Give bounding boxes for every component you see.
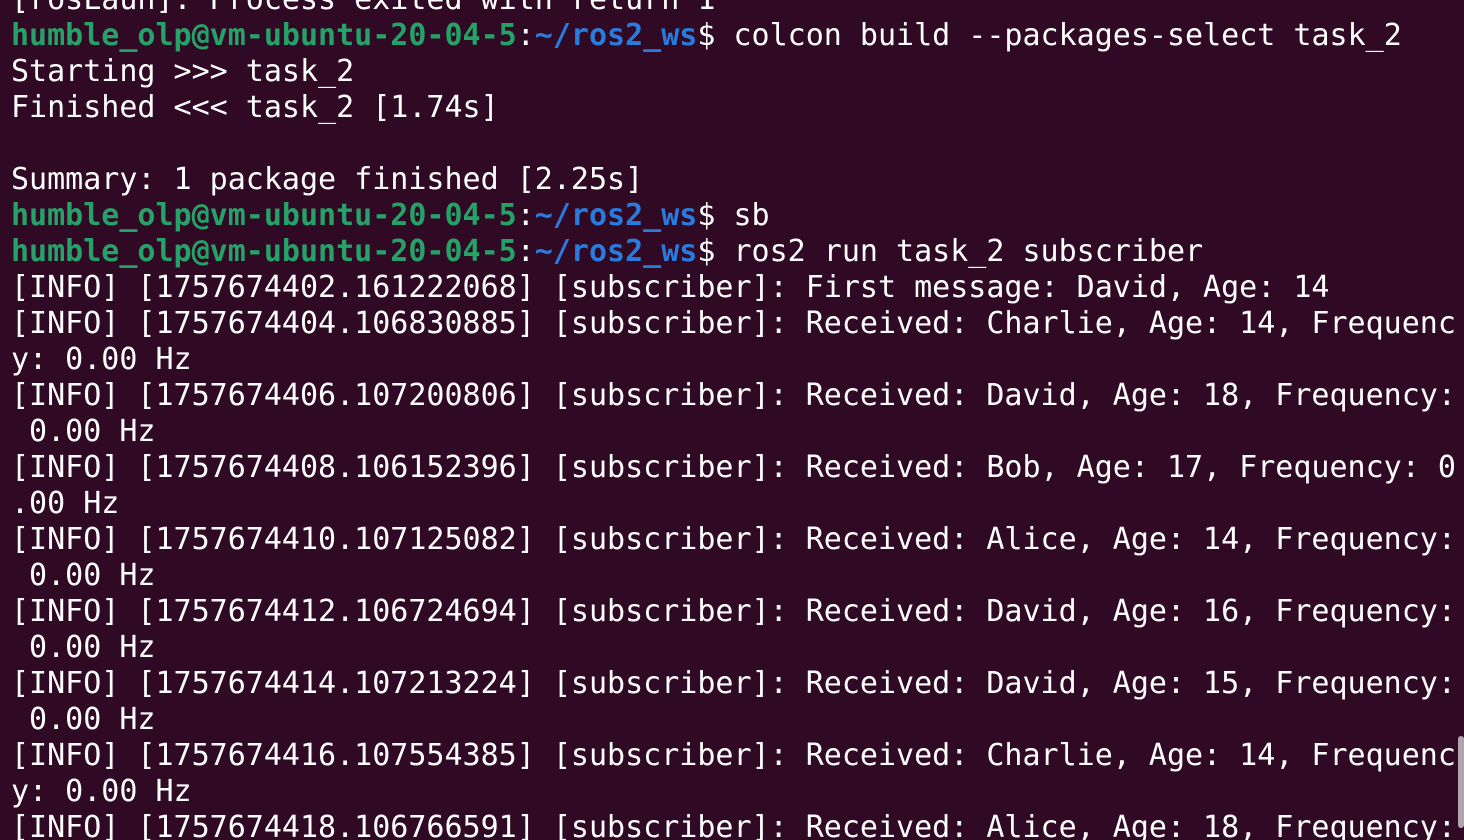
output-line: [rosLaun]: Process exited with return 1 [11, 0, 1461, 18]
prompt-line: humble_olp@vm-ubuntu-20-04-5:~/ros2_ws$ … [11, 18, 1461, 54]
output-text: y: 0.00 Hz [11, 342, 192, 377]
command-text: ros2 run task_2 subscriber [715, 234, 1204, 269]
output-text: 0.00 Hz [11, 414, 156, 449]
output-line: Finished <<< task_2 [1.74s] [11, 90, 1461, 126]
output-line: y: 0.00 Hz [11, 774, 1461, 810]
output-text: Summary: 1 package finished [2.25s] [11, 162, 644, 197]
output-text: [INFO] [1757674406.107200806] [subscribe… [11, 378, 1456, 413]
output-text: [INFO] [1757674416.107554385] [subscribe… [11, 738, 1456, 773]
output-line: [INFO] [1757674404.106830885] [subscribe… [11, 306, 1461, 342]
output-text: Starting >>> task_2 [11, 54, 355, 89]
output-line: 0.00 Hz [11, 414, 1461, 450]
prompt-user-host: humble_olp@vm-ubuntu-20-04-5 [11, 198, 517, 233]
output-text: [INFO] [1757674410.107125082] [subscribe… [11, 522, 1456, 557]
output-text: [INFO] [1757674414.107213224] [subscribe… [11, 666, 1456, 701]
prompt-dollar: $ [697, 234, 716, 269]
scrollbar-thumb[interactable] [1458, 736, 1464, 828]
output-line: [INFO] [1757674408.106152396] [subscribe… [11, 450, 1461, 486]
output-text: y: 0.00 Hz [11, 774, 192, 809]
output-line: 0.00 Hz [11, 702, 1461, 738]
output-line: [INFO] [1757674416.107554385] [subscribe… [11, 738, 1461, 774]
output-line: [INFO] [1757674402.161222068] [subscribe… [11, 270, 1461, 306]
prompt-path: ~/ros2_ws [534, 234, 698, 269]
prompt-path: ~/ros2_ws [534, 18, 698, 53]
output-text: 0.00 Hz [11, 558, 156, 593]
prompt-colon: : [516, 234, 535, 269]
output-line: Starting >>> task_2 [11, 54, 1461, 90]
prompt-user-host: humble_olp@vm-ubuntu-20-04-5 [11, 234, 517, 269]
output-text: 0.00 Hz [11, 630, 156, 665]
output-line: .00 Hz [11, 486, 1461, 522]
prompt-path: ~/ros2_ws [534, 198, 698, 233]
output-line: 0.00 Hz [11, 558, 1461, 594]
output-text: .00 Hz [11, 486, 120, 521]
output-line: [INFO] [1757674410.107125082] [subscribe… [11, 522, 1461, 558]
prompt-colon: : [516, 198, 535, 233]
output-line: [INFO] [1757674406.107200806] [subscribe… [11, 378, 1461, 414]
output-line: [INFO] [1757674418.106766591] [subscribe… [11, 810, 1461, 840]
prompt-dollar: $ [697, 198, 716, 233]
prompt-user-host: humble_olp@vm-ubuntu-20-04-5 [11, 18, 517, 53]
output-line: [INFO] [1757674414.107213224] [subscribe… [11, 666, 1461, 702]
terminal-window[interactable]: [rosLaun]: Process exited with return 1h… [0, 0, 1464, 840]
output-text: [rosLaun]: Process exited with return 1 [11, 0, 715, 17]
output-line: y: 0.00 Hz [11, 342, 1461, 378]
output-text: [INFO] [1757674408.106152396] [subscribe… [11, 450, 1456, 485]
output-line: [INFO] [1757674412.106724694] [subscribe… [11, 594, 1461, 630]
output-text: 0.00 Hz [11, 702, 156, 737]
prompt-line: humble_olp@vm-ubuntu-20-04-5:~/ros2_ws$ … [11, 234, 1461, 270]
output-text: Finished <<< task_2 [1.74s] [11, 90, 499, 125]
command-text: colcon build --packages-select task_2 [715, 18, 1402, 53]
command-text: sb [715, 198, 770, 233]
prompt-line: humble_olp@vm-ubuntu-20-04-5:~/ros2_ws$ … [11, 198, 1461, 234]
output-text: [INFO] [1757674402.161222068] [subscribe… [11, 270, 1330, 305]
output-text: [INFO] [1757674404.106830885] [subscribe… [11, 306, 1456, 341]
terminal-output[interactable]: [rosLaun]: Process exited with return 1h… [11, 0, 1461, 840]
output-line: 0.00 Hz [11, 630, 1461, 666]
output-text: [INFO] [1757674418.106766591] [subscribe… [11, 810, 1456, 840]
prompt-colon: : [516, 18, 535, 53]
output-text: [INFO] [1757674412.106724694] [subscribe… [11, 594, 1456, 629]
output-line: Summary: 1 package finished [2.25s] [11, 162, 1461, 198]
prompt-dollar: $ [697, 18, 716, 53]
